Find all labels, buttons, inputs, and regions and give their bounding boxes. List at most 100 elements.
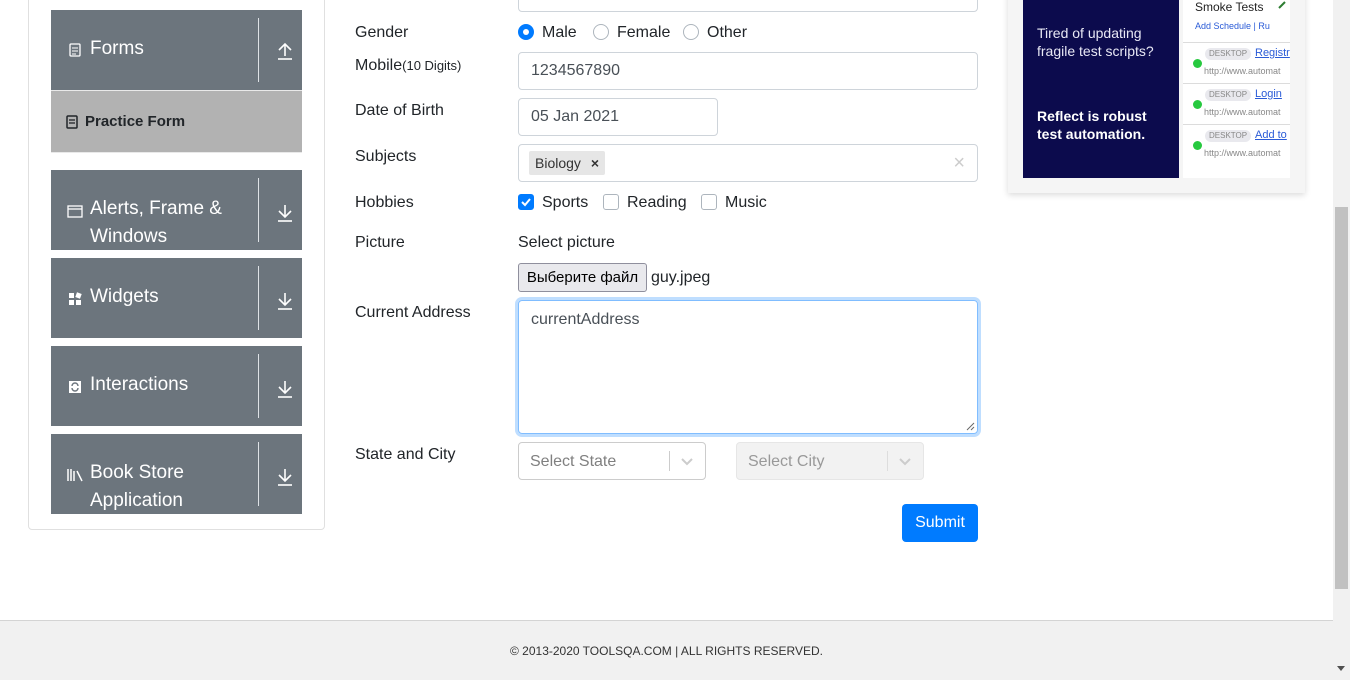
sidebar-group-interactions[interactable]: Interactions: [51, 346, 302, 426]
platform-badge: DESKTOP: [1205, 89, 1252, 101]
interactions-icon: [68, 380, 82, 394]
scrollbar-thumb[interactable]: [1335, 207, 1348, 589]
test-name: Login: [1255, 88, 1282, 100]
resize-handle-icon[interactable]: [965, 421, 975, 431]
mobile-label-text: Mobile: [355, 57, 403, 74]
checkmark-icon: [521, 198, 531, 207]
sidebar-item-label: Practice Form: [85, 113, 186, 130]
address-label: Current Address: [355, 304, 471, 321]
mobile-label: Mobile(10 Digits): [355, 56, 461, 76]
ad-list-title: Smoke Tests: [1195, 0, 1264, 14]
state-city-label: State and City: [355, 446, 456, 463]
remove-chip-icon[interactable]: ×: [591, 151, 599, 175]
state-select[interactable]: Select State: [518, 442, 706, 480]
state-placeholder: Select State: [530, 453, 617, 470]
advertisement[interactable]: Tired of updating fragile test scripts? …: [1008, 0, 1305, 193]
hobby-sports-label[interactable]: Sports: [542, 193, 588, 213]
subject-chip: Biology ×: [529, 151, 605, 175]
sidebar-group-label: Forms: [90, 38, 144, 59]
picture-label: Picture: [355, 234, 405, 251]
hobby-reading-label[interactable]: Reading: [627, 193, 687, 213]
city-select[interactable]: Select City: [736, 442, 924, 480]
ad-list-actions: Add Schedule | Ru: [1195, 21, 1270, 31]
sidebar-group-label: Alerts, Frame &: [90, 198, 222, 219]
dob-input[interactable]: 05 Jan 2021: [518, 98, 718, 136]
gender-female-label[interactable]: Female: [617, 23, 670, 43]
expand-arrow-icon[interactable]: [276, 203, 294, 223]
hobby-sports-checkbox[interactable]: [518, 194, 534, 210]
document-icon: [68, 43, 82, 57]
test-name: Add to: [1255, 129, 1287, 141]
divider: [258, 266, 259, 330]
gender-other-label[interactable]: Other: [707, 23, 747, 43]
clear-icon[interactable]: ×: [953, 145, 965, 181]
sidebar-group-alerts[interactable]: Alerts, Frame & Windows: [51, 170, 302, 250]
platform-badge: DESKTOP: [1205, 48, 1252, 60]
current-address-value: currentAddress: [531, 311, 640, 328]
sidebar-group-label-line2: Windows: [90, 226, 168, 247]
expand-arrow-icon[interactable]: [276, 467, 294, 487]
gender-female-radio[interactable]: [593, 24, 609, 40]
test-url: http://www.automat: [1204, 66, 1281, 76]
sidebar-panel: Forms Practice Form Alerts, Frame & Wind…: [28, 0, 325, 530]
collapse-arrow-icon[interactable]: [276, 41, 294, 61]
subjects-label: Subjects: [355, 148, 417, 165]
test-url: http://www.automat: [1204, 148, 1281, 158]
chevron-down-icon[interactable]: [679, 453, 695, 469]
chevron-down-icon[interactable]: [897, 453, 913, 469]
status-dot-icon: [1193, 59, 1202, 68]
gender-label: Gender: [355, 24, 409, 41]
ad-list-row: DESKTOP Login http://www.automat: [1183, 83, 1290, 124]
city-placeholder: Select City: [748, 453, 825, 470]
sidebar-group-label: Widgets: [90, 286, 159, 307]
test-name: Registr: [1255, 47, 1290, 59]
window-icon: [67, 204, 83, 218]
divider: [258, 18, 259, 82]
sidebar-item-practice-form[interactable]: Practice Form: [51, 90, 302, 153]
subject-chip-label: Biology: [535, 155, 581, 171]
hobby-music-label[interactable]: Music: [725, 193, 767, 213]
hobby-music-checkbox[interactable]: [701, 194, 717, 210]
previous-input[interactable]: [518, 0, 978, 12]
copyright-text: © 2013-2020 TOOLSQA.COM | ALL RIGHTS RES…: [510, 644, 823, 658]
sidebar-group-forms[interactable]: Forms: [51, 10, 302, 90]
select-picture-label: Select picture: [518, 234, 615, 251]
widgets-icon: [68, 292, 82, 306]
expand-arrow-icon[interactable]: [276, 291, 294, 311]
gender-male-label[interactable]: Male: [542, 23, 577, 43]
scroll-down-arrow-icon[interactable]: [1337, 666, 1345, 671]
page-scrollbar[interactable]: [1333, 0, 1350, 680]
ad-text-tagline: Reflect is robust test automation.: [1037, 108, 1147, 142]
ad-banner[interactable]: Tired of updating fragile test scripts? …: [1023, 0, 1179, 178]
file-name: guy.jpeg: [651, 269, 711, 286]
gender-other-radio[interactable]: [683, 24, 699, 40]
pencil-icon: [1278, 1, 1286, 9]
mobile-hint: (10 Digits): [402, 58, 462, 73]
sidebar-group-label-line2: Application: [90, 490, 183, 511]
current-address-textarea[interactable]: currentAddress: [518, 300, 978, 434]
divider: [258, 354, 259, 418]
platform-badge: DESKTOP: [1205, 130, 1252, 142]
dob-label: Date of Birth: [355, 102, 444, 119]
sidebar-group-label: Book Store: [90, 462, 184, 483]
divider: [669, 451, 670, 471]
status-dot-icon: [1193, 141, 1202, 150]
form-icon: [66, 115, 78, 129]
expand-arrow-icon[interactable]: [276, 379, 294, 399]
ad-test-list: Smoke Tests Add Schedule | Ru DESKTOP Re…: [1183, 0, 1290, 178]
hobby-reading-checkbox[interactable]: [603, 194, 619, 210]
divider: [887, 451, 888, 471]
sidebar-group-label: Interactions: [90, 374, 189, 395]
ad-list-row: DESKTOP Add to http://www.automat: [1183, 124, 1290, 165]
hobbies-label: Hobbies: [355, 194, 414, 211]
divider: [258, 442, 259, 506]
sidebar-group-book-store[interactable]: Book Store Application: [51, 434, 302, 514]
ad-list-row: DESKTOP Registr http://www.automat: [1183, 42, 1290, 83]
submit-button[interactable]: Submit: [902, 504, 978, 542]
choose-file-button[interactable]: Выберите файл: [518, 263, 647, 292]
gender-male-radio[interactable]: [518, 24, 534, 40]
test-url: http://www.automat: [1204, 107, 1281, 117]
mobile-input[interactable]: 1234567890: [518, 52, 978, 90]
sidebar-group-widgets[interactable]: Widgets: [51, 258, 302, 338]
ad-text-question: Tired of updating fragile test scripts?: [1037, 25, 1154, 59]
